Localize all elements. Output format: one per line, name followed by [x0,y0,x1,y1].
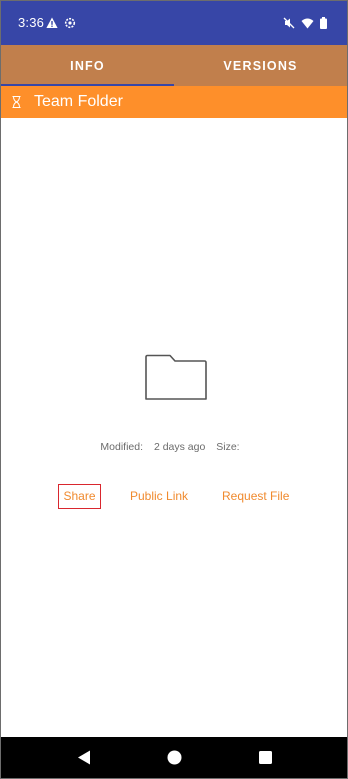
status-bar: 3:36 [1,1,347,45]
navigation-bar [1,737,347,778]
folder-title: Team Folder [34,93,123,110]
public-link-button[interactable]: Public Link [130,484,188,508]
folder-actions: Share Public Link Request File [1,484,347,510]
battery-icon [320,16,327,34]
size-label: Size: [216,441,240,453]
wifi-icon [301,16,314,34]
modified-label: Modified: [100,441,144,453]
tab-info-label: INFO [70,58,105,73]
tab-versions[interactable]: VERSIONS [174,45,347,86]
app-frame: 3:36 INFO VERSIONS Team Folder Modified:… [0,0,348,779]
back-icon[interactable] [77,750,91,770]
status-time: 3:36 [18,15,45,30]
warning-icon [46,16,58,34]
title-bar: Team Folder [1,86,347,118]
recents-icon[interactable] [259,751,272,769]
settings-icon [64,16,76,34]
hourglass-icon [12,95,21,113]
request-file-button[interactable]: Request File [222,484,289,508]
tab-info[interactable]: INFO [1,45,174,86]
mute-icon [283,16,295,34]
tab-bar: INFO VERSIONS [1,45,347,86]
home-icon[interactable] [167,750,182,770]
modified-value: 2 days ago [153,441,206,453]
folder-icon [144,354,208,406]
folder-meta: Modified: 2 days ago Size: [1,441,347,453]
share-button[interactable]: Share [58,484,101,509]
tab-versions-label: VERSIONS [223,58,298,73]
